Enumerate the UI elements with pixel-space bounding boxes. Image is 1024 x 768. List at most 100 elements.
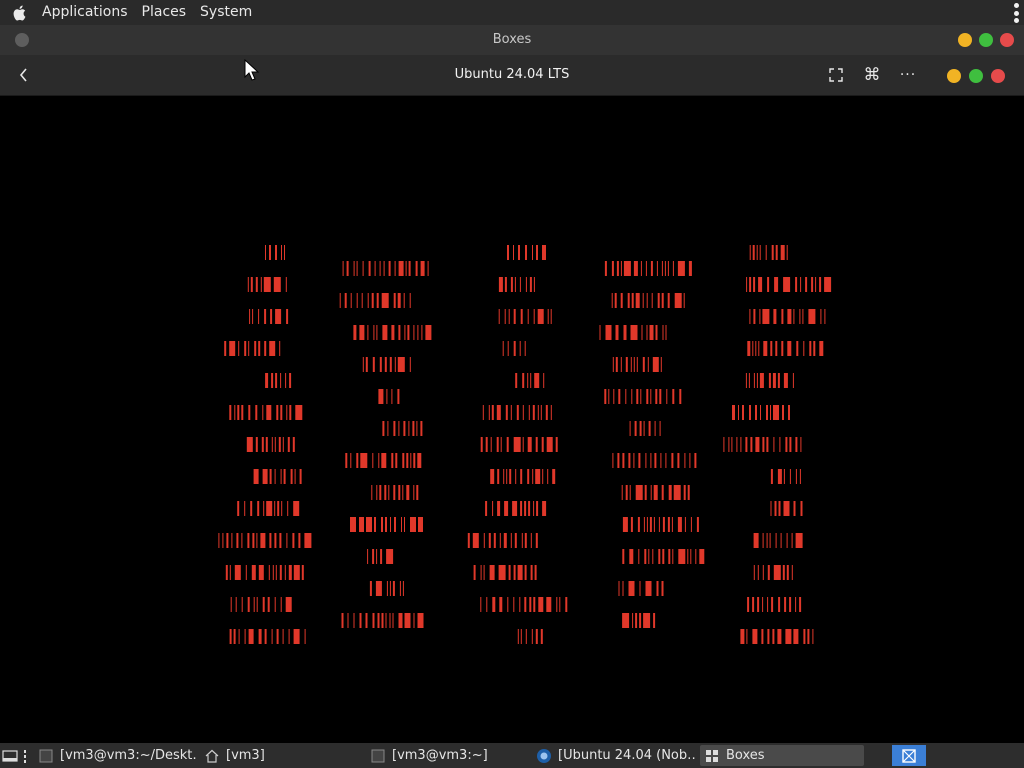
- glitch-bar: [530, 373, 532, 388]
- window-titlebar[interactable]: Boxes: [0, 25, 1024, 55]
- glitch-bar: [674, 293, 682, 308]
- glitch-bar: [236, 533, 239, 548]
- system-menu[interactable]: System: [193, 0, 259, 25]
- glitch-bar: [233, 629, 236, 644]
- glitch-bar: [263, 501, 265, 516]
- glitch-bar: [225, 565, 228, 580]
- glitch-bar: [648, 421, 651, 436]
- glitch-bar: [696, 517, 699, 532]
- glitch-bar: [629, 485, 631, 500]
- glitch-bar: [368, 261, 371, 276]
- glitch-bar: [638, 453, 641, 468]
- vm-maximize-button[interactable]: [969, 69, 983, 83]
- glitch-bar: [532, 405, 535, 420]
- places-menu[interactable]: Places: [135, 0, 194, 25]
- glitch-bar: [510, 405, 512, 420]
- glitch-bar: [279, 533, 282, 548]
- taskbar: [vm3@vm3:~/Deskt… [vm3] [vm3@vm3:~] [Ubu…: [0, 743, 1024, 768]
- task-terminal-home[interactable]: [vm3@vm3:~]: [370, 745, 530, 766]
- panel-overflow-icon[interactable]: [1012, 3, 1020, 23]
- glitch-bar: [799, 469, 801, 484]
- glitch-bar: [679, 389, 682, 404]
- glitch-bar: [270, 309, 273, 324]
- glitch-bar: [253, 597, 255, 612]
- vm-minimize-button[interactable]: [947, 69, 961, 83]
- glitch-bar: [789, 469, 791, 484]
- glitch-bar: [658, 517, 660, 532]
- keyboard-shortcuts-button[interactable]: ⌘: [859, 63, 885, 87]
- glitch-bar: [372, 357, 375, 372]
- glitch-bar: [678, 549, 686, 564]
- glitch-bar: [773, 309, 777, 324]
- glitch-bar: [531, 629, 533, 644]
- glitch-bar: [289, 405, 292, 420]
- glitch-bar: [472, 533, 479, 548]
- glitch-bar: [515, 373, 518, 388]
- glitch-bar: [271, 373, 274, 388]
- apple-logo-icon[interactable]: [11, 4, 29, 22]
- headerbar: Ubuntu 24.04 LTS ⌘ ···: [0, 55, 1024, 96]
- glitch-bar: [795, 277, 798, 292]
- glitch-bar: [745, 373, 747, 388]
- workspace-pager[interactable]: [892, 745, 926, 766]
- task-boxes[interactable]: Boxes: [700, 745, 864, 766]
- glitch-bar: [605, 325, 612, 340]
- applications-menu[interactable]: Applications: [35, 0, 135, 25]
- glitch-bar: [281, 501, 283, 516]
- glitch-bar: [346, 261, 349, 276]
- glitch-bar: [653, 613, 656, 628]
- glitch-bar: [684, 517, 686, 532]
- glitch-bar: [738, 405, 739, 420]
- glitch-bar: [250, 501, 253, 516]
- glitch-bar: [645, 581, 652, 596]
- fullscreen-button[interactable]: [823, 63, 849, 87]
- vm-close-button[interactable]: [991, 69, 1005, 83]
- glitch-bar: [625, 357, 628, 372]
- glitch-bar: [800, 277, 802, 292]
- task-browser[interactable]: [Ubuntu 24.04 (Nob…: [536, 745, 696, 766]
- glitch-bar: [262, 597, 265, 612]
- glitch-bar: [611, 261, 614, 276]
- glitch-bar: [524, 565, 527, 580]
- workspace-pager-empty[interactable]: [926, 745, 1024, 766]
- glitch-bar: [304, 533, 312, 548]
- glitch-bar: [229, 341, 236, 356]
- glitch-bar: [371, 293, 374, 308]
- show-desktop-button[interactable]: [2, 745, 30, 766]
- glitch-bar: [763, 341, 768, 356]
- more-options-button[interactable]: ···: [895, 63, 921, 87]
- glitch-bar: [633, 453, 635, 468]
- glitch-bar: [766, 405, 768, 420]
- task-home-folder[interactable]: [vm3]: [204, 745, 354, 766]
- window-maximize-button[interactable]: [979, 33, 993, 47]
- glitch-bar: [258, 565, 264, 580]
- ellipsis-icon: ···: [899, 67, 917, 83]
- top-panel: Applications Places System: [0, 0, 1024, 25]
- glitch-bar: [241, 533, 243, 548]
- glitch-bar: [543, 373, 545, 388]
- glitch-bar: [264, 309, 267, 324]
- glitch-bar: [409, 293, 411, 308]
- glitch-bar: [792, 373, 794, 388]
- glitch-bar: [499, 533, 501, 548]
- glitch-bar: [533, 309, 535, 324]
- glitch-bar: [229, 629, 232, 644]
- glitch-bar: [527, 309, 529, 324]
- glitch-bar: [760, 405, 761, 420]
- glitch-bar: [533, 277, 535, 292]
- glitch-bar: [660, 357, 662, 372]
- vm-display[interactable]: [0, 97, 1024, 743]
- glitch-bar: [304, 629, 306, 644]
- glitch-bar: [251, 565, 256, 580]
- window-close-button[interactable]: [1000, 33, 1014, 47]
- glitch-bar: [550, 405, 552, 420]
- glitch-bar: [378, 389, 384, 404]
- glitch-bar: [385, 613, 387, 628]
- glitch-bar: [398, 421, 400, 436]
- glitch-bar: [398, 613, 403, 628]
- task-terminal-desktop[interactable]: [vm3@vm3:~/Deskt…: [38, 745, 198, 766]
- fullscreen-icon: [829, 68, 843, 82]
- glitch-bar: [504, 501, 509, 516]
- glitch-bar: [421, 325, 423, 340]
- window-minimize-button[interactable]: [958, 33, 972, 47]
